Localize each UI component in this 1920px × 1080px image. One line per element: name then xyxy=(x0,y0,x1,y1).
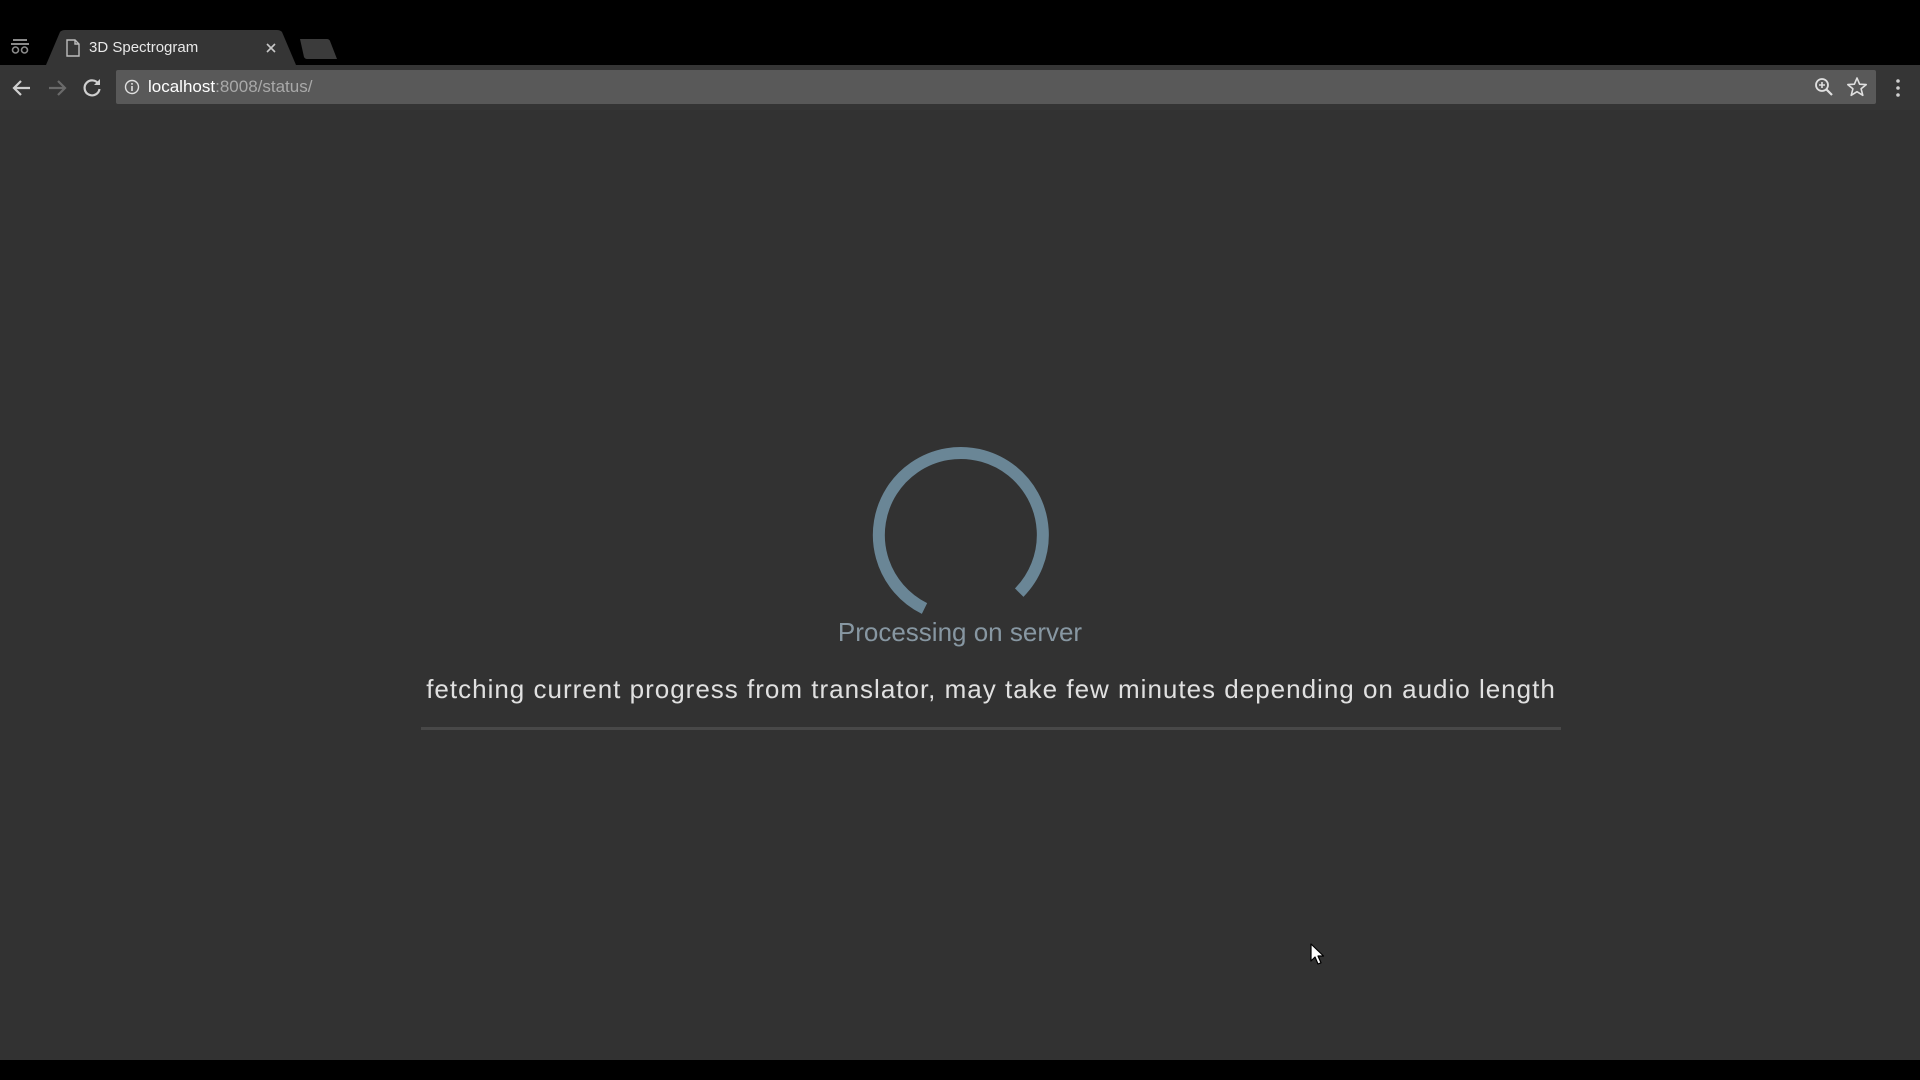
url-host: localhost xyxy=(148,77,216,96)
tab-title: 3D Spectrogram xyxy=(89,39,199,56)
tab-search-icon[interactable] xyxy=(10,36,30,56)
tab-3d-spectrogram[interactable]: 3D Spectrogram xyxy=(46,30,296,65)
page-content: Processing on server fetching current pr… xyxy=(0,110,1920,1060)
address-bar[interactable]: localhost:8008/status/ xyxy=(116,70,1876,104)
url-path: :8008/status/ xyxy=(215,77,313,96)
url-text[interactable]: localhost:8008/status/ xyxy=(148,77,312,97)
page-icon xyxy=(66,39,80,57)
info-icon[interactable] xyxy=(124,79,140,95)
star-icon[interactable] xyxy=(1846,76,1868,98)
progress-bar xyxy=(421,727,1561,730)
loading-spinner xyxy=(869,439,1053,623)
browser-toolbar: localhost:8008/status/ xyxy=(0,65,1920,110)
kebab-menu-icon[interactable] xyxy=(1886,76,1910,100)
status-title: Processing on server xyxy=(837,617,1083,647)
tab-strip: 3D Spectrogram xyxy=(0,0,1920,65)
browser-window: 3D Spectrogram localhost:8008/status/ Pr… xyxy=(0,0,1920,1080)
taskbar-strip xyxy=(0,1060,1920,1080)
new-tab-icon[interactable] xyxy=(294,38,340,60)
arrow-right-icon[interactable] xyxy=(45,76,69,100)
status-message: fetching current progress from translato… xyxy=(426,674,1556,704)
mouse-pointer-icon xyxy=(1310,943,1326,967)
zoom-icon[interactable] xyxy=(1813,76,1835,98)
reload-icon[interactable] xyxy=(80,76,104,100)
arrow-left-icon[interactable] xyxy=(10,76,34,100)
close-icon[interactable] xyxy=(262,39,280,57)
